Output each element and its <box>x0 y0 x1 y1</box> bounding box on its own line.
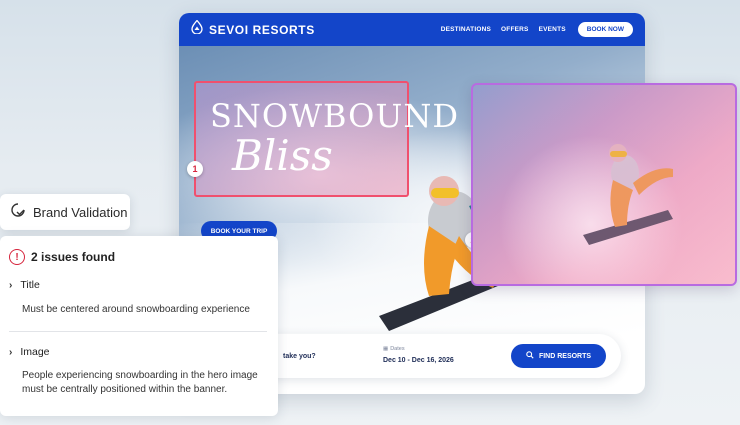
chevron-right-icon: › <box>9 279 13 291</box>
site-header: SEVOI RESORTS DESTINATIONS OFFERS EVENTS… <box>179 13 645 46</box>
nav-destinations[interactable]: DESTINATIONS <box>441 26 491 33</box>
issue-item-image[interactable]: › Image <box>9 346 50 358</box>
hero-title-line1: SNOWBOUND <box>210 97 460 135</box>
nav-events[interactable]: EVENTS <box>539 26 566 33</box>
hero-title-block[interactable]: SNOWBOUND Bliss <box>194 81 458 197</box>
brand-validation-header[interactable]: Brand Validation <box>0 194 130 230</box>
issue-description: People experiencing snowboarding in the … <box>22 370 258 395</box>
chevron-right-icon: › <box>9 346 13 358</box>
mountain-drop-icon <box>191 19 203 39</box>
exclamation-circle-icon: ! <box>9 249 25 265</box>
dates-label: ▦ Dates <box>383 346 405 352</box>
site-logo[interactable]: SEVOI RESORTS <box>191 19 315 39</box>
book-now-button[interactable]: BOOK NOW <box>577 22 633 37</box>
brand-name: SEVOI RESORTS <box>209 22 315 37</box>
find-resorts-button[interactable]: FIND RESORTS <box>511 344 606 368</box>
site-nav: DESTINATIONS OFFERS EVENTS BOOK NOW <box>441 22 633 37</box>
brand-check-icon <box>11 202 25 222</box>
destination-prompt[interactable]: take you? <box>283 353 316 360</box>
issues-count: 2 issues found <box>31 250 116 264</box>
issues-panel: ! 2 issues found › Title Must be centere… <box>0 236 278 416</box>
issues-summary: ! 2 issues found <box>9 249 115 265</box>
issue-description: Must be centered around snowboarding exp… <box>22 304 250 315</box>
brand-validation-title: Brand Validation <box>33 204 128 220</box>
nav-offers[interactable]: OFFERS <box>501 26 529 33</box>
hero-title-line2: Bliss <box>232 131 333 180</box>
snowboarder-figure-preview <box>583 144 673 245</box>
find-resorts-label: FIND RESORTS <box>538 352 592 360</box>
calendar-icon: ▦ <box>383 346 389 352</box>
dates-label-text: Dates <box>390 346 405 352</box>
search-icon <box>526 351 534 361</box>
issue-title-label: Title <box>20 279 40 291</box>
issue-image-label: Image <box>20 346 50 358</box>
issue-marker-title[interactable]: 1 <box>187 161 203 177</box>
issue-item-title[interactable]: › Title <box>9 279 40 291</box>
issue-divider <box>9 331 267 332</box>
dates-value[interactable]: Dec 10 - Dec 16, 2026 <box>383 357 454 364</box>
image-issue-preview[interactable] <box>471 83 737 286</box>
